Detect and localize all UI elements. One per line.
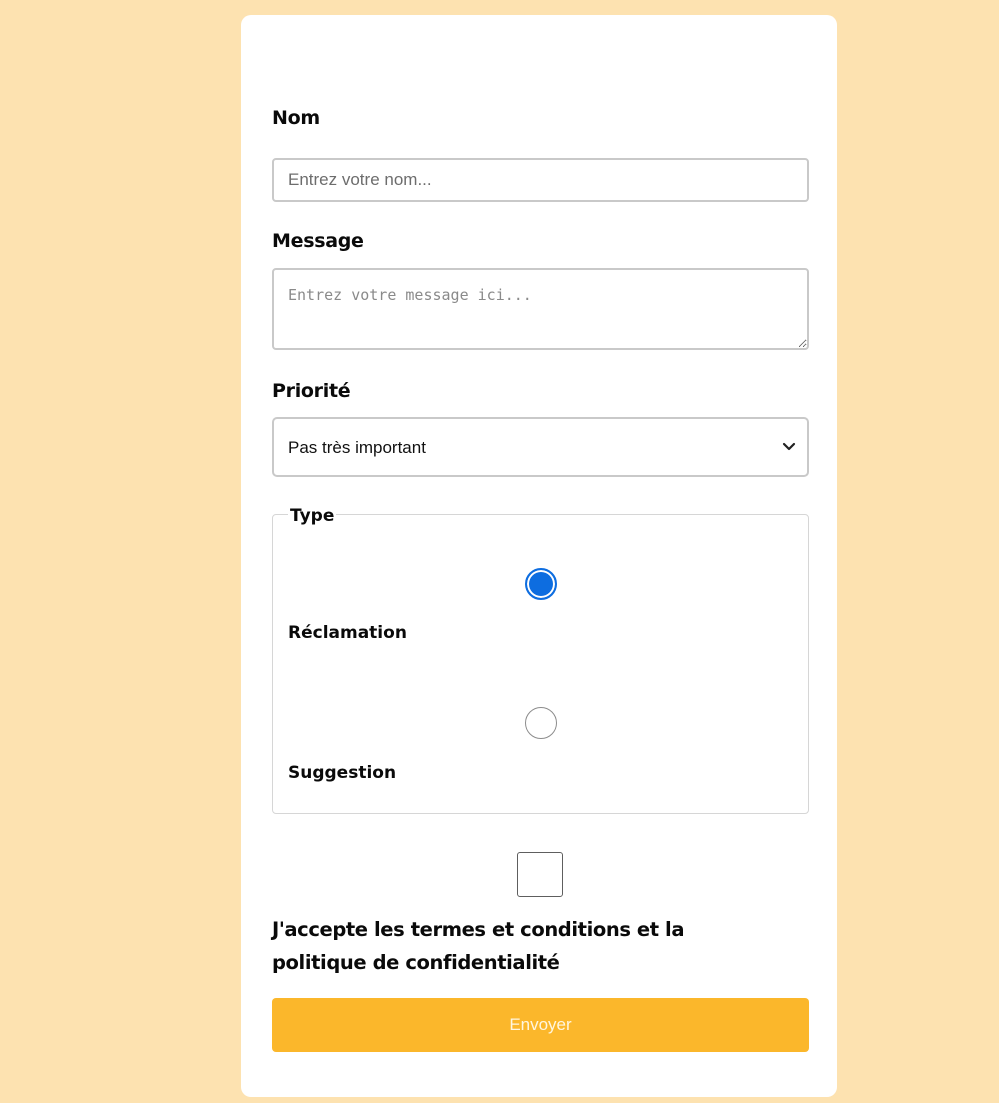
name-label: Nom [272,107,320,129]
terms-label: J'accepte les termes et conditions et la… [272,918,685,974]
priority-selected-value: Pas très important [288,438,426,457]
radio-suggestion[interactable] [525,707,557,739]
name-input[interactable] [272,158,809,202]
priority-label: Priorité [272,380,351,402]
type-legend: Type [288,506,337,526]
chevron-down-icon [782,442,796,451]
type-fieldset: Type Réclamation Suggestion [272,506,809,814]
priority-select[interactable]: Pas très important [272,417,809,477]
radio-label-suggestion: Suggestion [288,763,397,783]
message-textarea[interactable] [272,268,809,350]
radio-reclamation[interactable] [525,568,557,600]
radio-label-reclamation: Réclamation [288,623,407,643]
terms-checkbox[interactable] [517,852,563,897]
contact-form-card: Nom Message Priorité Pas très important … [241,15,837,1097]
message-label: Message [272,230,364,252]
submit-button[interactable]: Envoyer [272,998,809,1052]
